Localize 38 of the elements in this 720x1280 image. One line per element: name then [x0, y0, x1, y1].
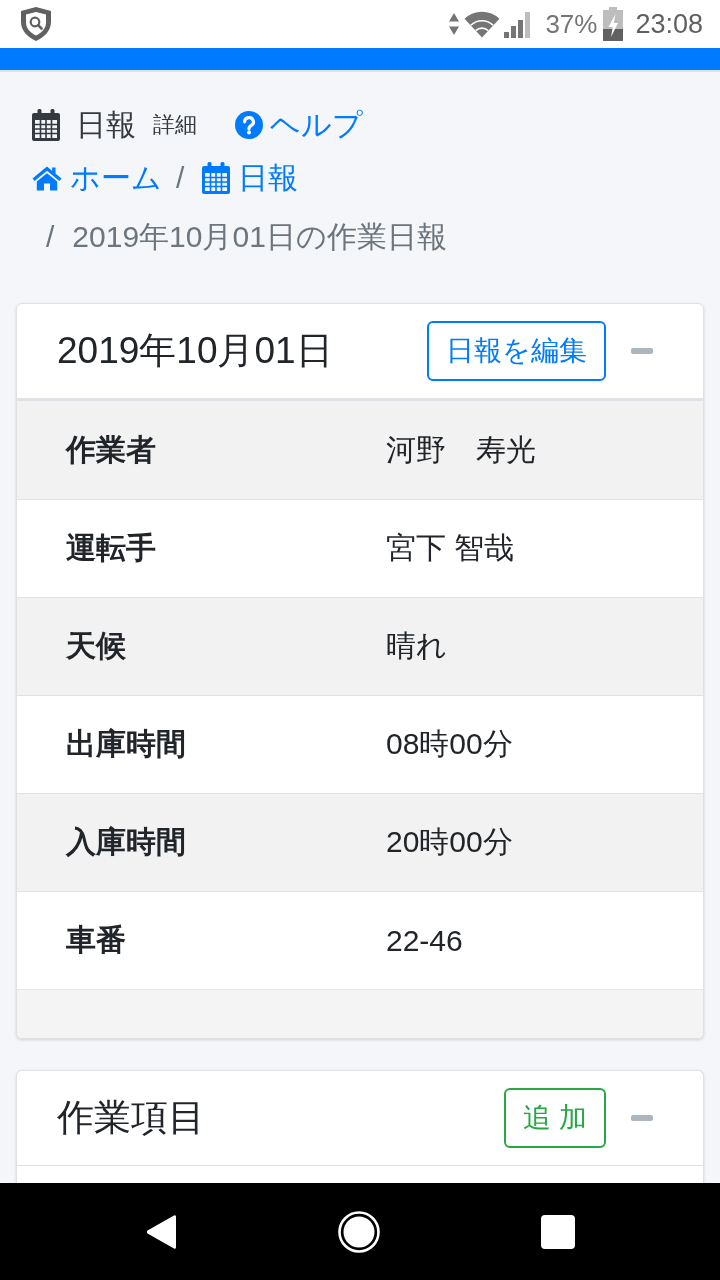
row-label: 出庫時間	[66, 726, 187, 762]
card-title: 2019年10月01日	[57, 329, 334, 373]
wifi-icon	[464, 10, 501, 38]
breadcrumb-separator: /	[176, 160, 186, 196]
page-title: 日報	[76, 107, 136, 143]
row-value: 22-46	[386, 923, 463, 958]
help-link[interactable]: ヘルプ	[235, 107, 363, 143]
calendar-icon	[202, 162, 231, 194]
signal-icon	[503, 10, 532, 38]
page-subtitle: 詳細	[153, 111, 197, 139]
question-circle-icon	[235, 111, 263, 139]
row-label: 天候	[66, 628, 127, 664]
card-action-button[interactable]: 日報を編集	[427, 321, 606, 381]
row-label: 作業者	[66, 431, 157, 468]
shield-search-icon	[20, 6, 52, 42]
card-action-button[interactable]: 追 加	[504, 1088, 606, 1148]
row-label: 運転手	[66, 530, 157, 566]
data-arrows-icon	[448, 12, 461, 36]
row-value: 晴れ	[386, 628, 447, 664]
home-icon	[32, 165, 62, 191]
battery-percent: 37%	[545, 9, 598, 39]
clock-time: 23:08	[635, 9, 703, 39]
breadcrumb-link[interactable]: ホーム	[32, 160, 162, 196]
calendar-icon	[32, 109, 60, 141]
back-triangle-icon[interactable]	[145, 1212, 177, 1251]
row-value: 河野 寿光	[386, 431, 536, 468]
breadcrumb-separator: /	[46, 219, 56, 255]
breadcrumb-current: 2019年10月01日の作業日報	[72, 219, 447, 255]
row-label: 入庫時間	[66, 824, 187, 860]
row-value: 20時00分	[386, 824, 513, 860]
circle-icon[interactable]	[338, 1210, 380, 1253]
row-value: 08時00分	[386, 726, 513, 762]
breadcrumb-link[interactable]: 日報	[202, 160, 299, 196]
card-title: 作業項目	[57, 1096, 206, 1140]
row-label: 車番	[66, 922, 127, 958]
battery-icon	[603, 7, 624, 41]
square-icon[interactable]	[541, 1214, 575, 1249]
row-value: 宮下 智哉	[386, 530, 515, 566]
